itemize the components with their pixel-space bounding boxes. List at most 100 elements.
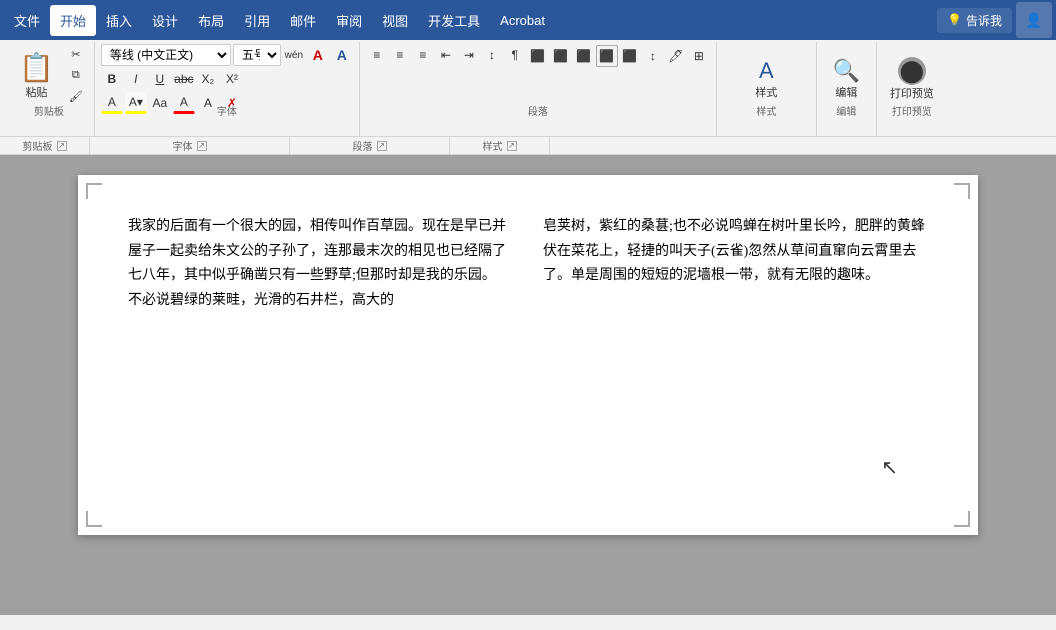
editing-label: 编辑 xyxy=(835,84,857,100)
tell-me-btn[interactable]: 💡 告诉我 xyxy=(937,8,1012,33)
print-preview-button[interactable]: ⬤ 打印预览 xyxy=(883,47,941,111)
document-page[interactable]: 我家的后面有一个很大的园，相传叫作百草园。现在是早已并屋子一起卖给朱文公的子孙了… xyxy=(78,175,978,535)
text-effects-btn[interactable]: A xyxy=(331,44,353,66)
paragraph-expand-btn[interactable]: ↗ xyxy=(377,141,387,151)
bullet-list-btn[interactable]: ≡ xyxy=(366,44,388,66)
numbered-list-btn[interactable]: ≡ xyxy=(389,44,411,66)
font-clear-btn[interactable]: A xyxy=(307,44,329,66)
justify-btn[interactable]: ⬛ xyxy=(596,45,618,67)
editing-label-group: 编辑 xyxy=(817,103,876,118)
print-icon: ⬤ xyxy=(898,57,926,85)
border-btn[interactable]: ⊞ xyxy=(688,45,710,67)
ribbon-group-print: ⬤ 打印预览 打印预览 xyxy=(877,42,947,136)
text-column-1: 我家的后面有一个很大的园，相传叫作百草园。现在是早已并屋子一起卖给朱文公的子孙了… xyxy=(128,215,513,313)
menu-file[interactable]: 文件 xyxy=(4,5,50,36)
styles-label: 样式 xyxy=(755,84,777,100)
page-content: 我家的后面有一个很大的园，相传叫作百草园。现在是早已并屋子一起卖给朱文公的子孙了… xyxy=(128,215,928,313)
menu-bar: 文件 开始 插入 设计 布局 引用 邮件 审阅 视图 开发工具 Acrobat … xyxy=(0,0,1056,40)
ribbon-group-paragraph: ≡ ≡ ≡ ⇤ ⇥ ↕ ¶ ⬛ ⬛ ⬛ ⬛ ⬛ ↕ 🖊 ⊞ xyxy=(360,42,717,136)
decrease-indent-btn[interactable]: ⇤ xyxy=(435,44,457,66)
multilevel-list-btn[interactable]: ≡ xyxy=(412,44,434,66)
styles-icon: A xyxy=(759,58,774,84)
subscript-button[interactable]: X₂ xyxy=(197,68,219,90)
page-corner-bl xyxy=(86,511,102,527)
font-name-row: 等线 (中文正文) 五号 wén A A xyxy=(101,44,353,66)
menu-devtools[interactable]: 开发工具 xyxy=(418,5,490,36)
print-label-group: 打印预览 xyxy=(877,103,947,118)
copy-button[interactable]: ⧉ xyxy=(64,65,88,85)
page-corner-br xyxy=(954,511,970,527)
menu-start[interactable]: 开始 xyxy=(50,5,96,36)
menu-review[interactable]: 审阅 xyxy=(326,5,372,36)
clipboard-section-label: 剪贴板 ↗ xyxy=(0,137,90,154)
menu-view[interactable]: 视图 xyxy=(372,5,418,36)
font-expand-btn[interactable]: ↗ xyxy=(197,141,207,151)
user-icon: 👤 xyxy=(1025,12,1042,29)
text-para-2: 皂荚树，紫红的桑葚;也不必说鸣蝉在树叶里长吟，肥胖的黄蜂伏在菜花上，轻捷的叫天子… xyxy=(543,215,928,289)
font-section-label: 字体 ↗ xyxy=(90,137,290,154)
styles-button[interactable]: A 样式 xyxy=(746,47,786,111)
superscript-button[interactable]: X² xyxy=(221,68,243,90)
editing-button[interactable]: 🔍 编辑 xyxy=(826,47,867,111)
paragraph-section-label: 段落 ↗ xyxy=(290,137,450,154)
menu-right: 💡 告诉我 👤 xyxy=(937,2,1052,38)
search-icon: 🔍 xyxy=(833,58,860,84)
menu-insert[interactable]: 插入 xyxy=(96,5,142,36)
text-para-1: 我家的后面有一个很大的园，相传叫作百草园。现在是早已并屋子一起卖给朱文公的子孙了… xyxy=(128,215,513,313)
document-area: 我家的后面有一个很大的园，相传叫作百草园。现在是早已并屋子一起卖给朱文公的子孙了… xyxy=(0,155,1056,615)
align-center-btn[interactable]: ⬛ xyxy=(550,45,572,67)
font-size-select[interactable]: 五号 xyxy=(233,44,281,66)
align-left-btn[interactable]: ⬛ xyxy=(527,45,549,67)
cut-button[interactable]: ✂ xyxy=(64,44,88,64)
menu-layout[interactable]: 布局 xyxy=(188,5,234,36)
sort-btn[interactable]: ↕ xyxy=(481,44,503,66)
styles-section-label: 样式 ↗ xyxy=(450,137,550,154)
paragraph-label: 段落 xyxy=(360,103,716,118)
page-corner-tl xyxy=(86,183,102,199)
ribbon-toolbar: 📋 粘贴 ✂ ⧉ 🖌 剪贴板 xyxy=(0,40,1056,136)
paste-label: 粘贴 xyxy=(25,84,47,100)
cut-icon: ✂ xyxy=(71,48,80,61)
ribbon-labels-bar: 剪贴板 ↗ 字体 ↗ 段落 ↗ 样式 ↗ xyxy=(0,136,1056,154)
bold-button[interactable]: B xyxy=(101,68,123,90)
menu-mail[interactable]: 邮件 xyxy=(280,5,326,36)
print-label: 打印预览 xyxy=(890,85,934,101)
font-name-select[interactable]: 等线 (中文正文) xyxy=(101,44,231,66)
underline-button[interactable]: U xyxy=(149,68,171,90)
wen-btn[interactable]: wén xyxy=(283,44,305,66)
line-spacing-btn[interactable]: ↕ xyxy=(642,45,664,67)
increase-indent-btn[interactable]: ⇥ xyxy=(458,44,480,66)
tell-me-label: 告诉我 xyxy=(966,12,1002,29)
menu-acrobat[interactable]: Acrobat xyxy=(490,7,555,34)
paste-icon: 📋 xyxy=(19,51,54,84)
page-corner-tr xyxy=(954,183,970,199)
lightbulb-icon: 💡 xyxy=(947,13,962,27)
italic-button[interactable]: I xyxy=(125,68,147,90)
copy-icon: ⧉ xyxy=(72,69,80,82)
user-button[interactable]: 👤 xyxy=(1016,2,1052,38)
styles-expand-btn[interactable]: ↗ xyxy=(507,141,517,151)
ribbon: 📋 粘贴 ✂ ⧉ 🖌 剪贴板 xyxy=(0,40,1056,155)
menu-reference[interactable]: 引用 xyxy=(234,5,280,36)
styles-label-group: 样式 xyxy=(717,103,816,118)
strikethrough-button[interactable]: abc xyxy=(173,68,195,90)
ribbon-group-styles: A 样式 样式 xyxy=(717,42,817,136)
font-format-row: B I U abc X₂ X² xyxy=(101,68,353,90)
align-right-btn[interactable]: ⬛ xyxy=(573,45,595,67)
ribbon-group-clipboard: 📋 粘贴 ✂ ⧉ 🖌 剪贴板 xyxy=(4,42,95,136)
mouse-cursor: ↖ xyxy=(881,455,898,480)
clipboard-small-btns: ✂ ⧉ 🖌 xyxy=(64,44,88,106)
justify-cjk-btn[interactable]: ⬛ xyxy=(619,45,641,67)
shading-btn[interactable]: 🖊 xyxy=(665,45,687,67)
ribbon-group-font: 等线 (中文正文) 五号 wén A A B I U abc X₂ X² xyxy=(95,42,360,136)
paragraph-buttons: ≡ ≡ ≡ ⇤ ⇥ ↕ ¶ ⬛ ⬛ ⬛ ⬛ ⬛ ↕ 🖊 ⊞ xyxy=(366,44,710,88)
show-marks-btn[interactable]: ¶ xyxy=(504,44,526,66)
text-column-2: 皂荚树，紫红的桑葚;也不必说鸣蝉在树叶里长吟，肥胖的黄蜂伏在菜花上，轻捷的叫天子… xyxy=(543,215,928,313)
clipboard-expand-btn[interactable]: ↗ xyxy=(57,141,67,151)
font-label: 字体 xyxy=(95,103,359,118)
clipboard-label: 剪贴板 xyxy=(4,103,94,118)
font-controls: 等线 (中文正文) 五号 wén A A B I U abc X₂ X² xyxy=(101,44,353,134)
paste-button[interactable]: 📋 粘贴 xyxy=(10,44,63,106)
menu-design[interactable]: 设计 xyxy=(142,5,188,36)
format-painter-icon: 🖌 xyxy=(69,90,83,103)
